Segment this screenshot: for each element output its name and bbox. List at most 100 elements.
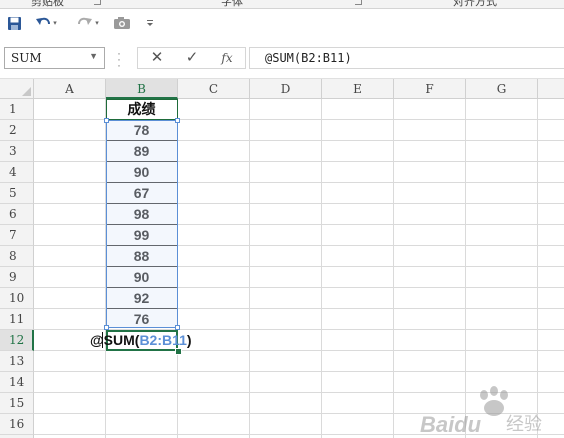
select-all-corner[interactable]: [0, 79, 34, 99]
row-header-8[interactable]: 8: [0, 246, 34, 267]
range-handle-top-left[interactable]: [104, 118, 109, 123]
cancel-icon[interactable]: ✕: [144, 49, 170, 67]
cell-a2[interactable]: [34, 120, 106, 141]
cell-d5[interactable]: [250, 183, 322, 204]
cell-a11[interactable]: [34, 309, 106, 330]
row-header-11[interactable]: 11: [0, 309, 34, 330]
cell-c16[interactable]: [178, 414, 250, 435]
cell-h14[interactable]: [538, 372, 564, 393]
cell-f8[interactable]: [394, 246, 466, 267]
undo-button[interactable]: ▾: [31, 13, 61, 33]
cell-g5[interactable]: [466, 183, 538, 204]
cell-g11[interactable]: [466, 309, 538, 330]
cell-a14[interactable]: [34, 372, 106, 393]
cell-g13[interactable]: [466, 351, 538, 372]
row-header-4[interactable]: 4: [0, 162, 34, 183]
cell-f4[interactable]: [394, 162, 466, 183]
cell-e13[interactable]: [322, 351, 394, 372]
range-handle-top-right[interactable]: [175, 118, 180, 123]
cell-d9[interactable]: [250, 267, 322, 288]
row-header-9[interactable]: 9: [0, 267, 34, 288]
customize-qat-button[interactable]: [143, 13, 157, 33]
cell-b9[interactable]: 90: [106, 267, 178, 288]
cell-b13[interactable]: [106, 351, 178, 372]
row-header-15[interactable]: 15: [0, 393, 34, 414]
cell-f7[interactable]: [394, 225, 466, 246]
cell-d13[interactable]: [250, 351, 322, 372]
cell-a3[interactable]: [34, 141, 106, 162]
cell-h7[interactable]: [538, 225, 564, 246]
row-header-10[interactable]: 10: [0, 288, 34, 309]
cell-b15[interactable]: [106, 393, 178, 414]
cell-b11[interactable]: 76: [106, 309, 178, 330]
cell-h8[interactable]: [538, 246, 564, 267]
row-header-1[interactable]: 1: [0, 99, 34, 120]
cell-a9[interactable]: [34, 267, 106, 288]
name-box[interactable]: SUM ▼: [4, 47, 105, 69]
cell-f16[interactable]: [394, 414, 466, 435]
cell-g15[interactable]: [466, 393, 538, 414]
camera-button[interactable]: [111, 13, 133, 33]
column-header-c[interactable]: C: [178, 79, 250, 99]
cell-e10[interactable]: [322, 288, 394, 309]
cell-g7[interactable]: [466, 225, 538, 246]
cell-e16[interactable]: [322, 414, 394, 435]
cell-a16[interactable]: [34, 414, 106, 435]
cell-b8[interactable]: 88: [106, 246, 178, 267]
cell-f11[interactable]: [394, 309, 466, 330]
cell-h16[interactable]: [538, 414, 564, 435]
cell-f2[interactable]: [394, 120, 466, 141]
cell-f3[interactable]: [394, 141, 466, 162]
cell-e9[interactable]: [322, 267, 394, 288]
cell-h3[interactable]: [538, 141, 564, 162]
cell-f10[interactable]: [394, 288, 466, 309]
cell-a1[interactable]: [34, 99, 106, 120]
cell-c11[interactable]: [178, 309, 250, 330]
row-header-5[interactable]: 5: [0, 183, 34, 204]
cell-c6[interactable]: [178, 204, 250, 225]
cell-h1[interactable]: [538, 99, 564, 120]
cell-a5[interactable]: [34, 183, 106, 204]
cell-b14[interactable]: [106, 372, 178, 393]
cell-e15[interactable]: [322, 393, 394, 414]
cell-a8[interactable]: [34, 246, 106, 267]
cell-h15[interactable]: [538, 393, 564, 414]
row-header-2[interactable]: 2: [0, 120, 34, 141]
cell-c10[interactable]: [178, 288, 250, 309]
cell-c13[interactable]: [178, 351, 250, 372]
cell-h5[interactable]: [538, 183, 564, 204]
cell-f15[interactable]: [394, 393, 466, 414]
cell-d11[interactable]: [250, 309, 322, 330]
cell-b2[interactable]: 78: [106, 120, 178, 141]
cell-b3[interactable]: 89: [106, 141, 178, 162]
cell-b6[interactable]: 98: [106, 204, 178, 225]
cell-h9[interactable]: [538, 267, 564, 288]
enter-icon[interactable]: ✓: [179, 49, 205, 67]
cell-d6[interactable]: [250, 204, 322, 225]
column-header-d[interactable]: D: [250, 79, 322, 99]
clipboard-launcher-icon[interactable]: [94, 0, 101, 5]
row-header-7[interactable]: 7: [0, 225, 34, 246]
column-header-h[interactable]: [538, 79, 564, 99]
cell-e4[interactable]: [322, 162, 394, 183]
cell-c4[interactable]: [178, 162, 250, 183]
save-button[interactable]: [4, 13, 24, 33]
row-header-13[interactable]: 13: [0, 351, 34, 372]
cell-e8[interactable]: [322, 246, 394, 267]
cell-f14[interactable]: [394, 372, 466, 393]
row-header-3[interactable]: 3: [0, 141, 34, 162]
cell-c5[interactable]: [178, 183, 250, 204]
cell-f5[interactable]: [394, 183, 466, 204]
cell-d14[interactable]: [250, 372, 322, 393]
redo-button[interactable]: ▾: [73, 13, 103, 33]
font-launcher-icon[interactable]: [355, 0, 362, 5]
cell-g10[interactable]: [466, 288, 538, 309]
cell-e7[interactable]: [322, 225, 394, 246]
row-header-12[interactable]: 12: [0, 330, 34, 351]
cell-h2[interactable]: [538, 120, 564, 141]
formula-bar-resize-handle[interactable]: · · ·: [117, 47, 121, 71]
cell-a4[interactable]: [34, 162, 106, 183]
cell-c7[interactable]: [178, 225, 250, 246]
cell-f13[interactable]: [394, 351, 466, 372]
row-header-6[interactable]: 6: [0, 204, 34, 225]
